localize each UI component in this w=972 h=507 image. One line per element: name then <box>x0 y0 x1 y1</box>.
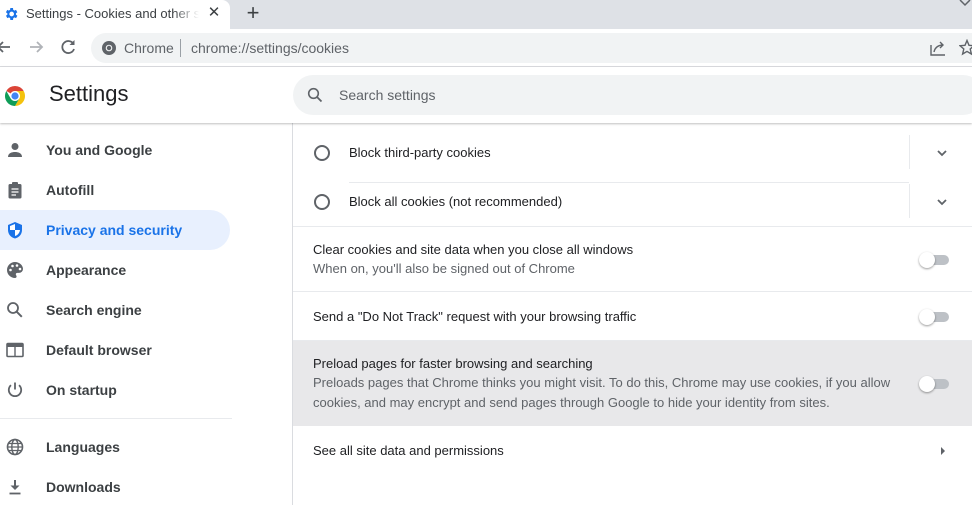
star-icon[interactable] <box>959 39 972 57</box>
chevron-down-icon[interactable] <box>935 195 949 209</box>
chevron-down-icon[interactable] <box>958 0 972 8</box>
page-title: Settings <box>49 81 129 106</box>
sidebar-item-you-and-google[interactable]: You and Google <box>0 130 230 170</box>
search-settings-input[interactable] <box>339 85 839 105</box>
toggle-row-preload-pages[interactable]: Preload pages for faster browsing and se… <box>293 340 972 426</box>
clipboard-icon <box>8 182 22 199</box>
search-settings-box[interactable] <box>293 75 972 115</box>
sidebar-item-languages[interactable]: Languages <box>0 427 230 467</box>
sidebar-item-label: Default browser <box>46 342 152 358</box>
plus-icon[interactable]: + <box>243 2 263 24</box>
search-icon <box>7 302 23 318</box>
chrome-logo-icon <box>5 86 25 106</box>
toggle-do-not-track[interactable] <box>919 309 951 325</box>
radio-block-third-party-cookies[interactable] <box>314 145 330 161</box>
power-icon <box>7 382 23 397</box>
sidebar-item-autofill[interactable]: Autofill <box>0 170 230 210</box>
reload-icon[interactable] <box>58 37 78 57</box>
sidebar-item-default-browser[interactable]: Default browser <box>0 330 230 370</box>
sidebar-item-appearance[interactable]: Appearance <box>0 250 230 290</box>
toggle-clear-cookies-on-exit[interactable] <box>919 252 951 268</box>
toggle-row-clear-on-exit[interactable]: Clear cookies and site data when you clo… <box>293 226 972 292</box>
sidebar-item-label: On startup <box>46 382 117 398</box>
chrome-icon <box>102 41 116 55</box>
sidebar-item-label: Search engine <box>46 302 142 318</box>
sidebar-item-label: Languages <box>46 439 120 455</box>
download-icon <box>9 480 21 495</box>
sidebar-item-label: You and Google <box>46 142 153 158</box>
sidebar-item-downloads[interactable]: Downloads <box>0 467 230 507</box>
radio-block-all-cookies[interactable] <box>314 194 330 210</box>
origin-label: Chrome <box>124 40 174 56</box>
toggle-row-do-not-track[interactable]: Send a "Do Not Track" request with your … <box>293 291 972 341</box>
tab-title: Settings - Cookies and other site data <box>26 6 199 21</box>
sidebar-item-label: Privacy and security <box>46 222 183 238</box>
tab-settings[interactable]: Settings - Cookies and other site data ✕ <box>0 0 230 29</box>
share-icon[interactable] <box>929 40 947 56</box>
tab-strip: Settings - Cookies and other site data ✕… <box>0 0 972 29</box>
sidebar-item-label: Autofill <box>46 182 95 198</box>
vertical-separator <box>909 184 910 218</box>
forward-arrow-icon[interactable] <box>26 37 46 57</box>
radio-row-block-third-party[interactable]: Block third-party cookies <box>293 128 972 183</box>
chevron-down-icon[interactable] <box>935 146 949 160</box>
sidebar-item-search-engine[interactable]: Search engine <box>0 290 230 330</box>
radio-label: Block third-party cookies <box>349 145 491 160</box>
sidebar-item-label: Downloads <box>46 479 121 495</box>
sidebar-item-privacy-and-security[interactable]: Privacy and security <box>0 210 230 250</box>
sidebar-item-on-startup[interactable]: On startup <box>0 370 230 410</box>
palette-icon <box>7 262 23 278</box>
toggle-preload-pages[interactable] <box>919 376 951 392</box>
radio-label: Block all cookies (not recommended) <box>349 194 563 209</box>
settings-header: Settings <box>0 67 972 123</box>
globe-icon <box>6 438 24 456</box>
settings-sidebar: You and Google Autofill Privacy and secu… <box>0 123 290 505</box>
sidebar-item-label: Appearance <box>46 262 127 278</box>
toggle-sublabel: When on, you'll also be signed out of Ch… <box>313 261 575 276</box>
toggle-label: Clear cookies and site data when you clo… <box>313 242 634 257</box>
sidebar-divider <box>0 418 232 419</box>
shield-icon <box>8 222 22 239</box>
person-icon <box>8 143 22 157</box>
search-icon <box>307 87 323 103</box>
toggle-label: Preload pages for faster browsing and se… <box>313 356 593 371</box>
vertical-separator <box>909 135 910 169</box>
browser-toolbar: Chrome chrome://settings/cookies <box>0 29 972 67</box>
omnibox-separator <box>180 39 181 57</box>
link-label: See all site data and permissions <box>313 443 504 458</box>
close-icon[interactable]: ✕ <box>206 5 222 21</box>
toggle-label: Send a "Do Not Track" request with your … <box>313 309 637 324</box>
toggle-sublabel: Preloads pages that Chrome thinks you mi… <box>313 375 891 410</box>
radio-row-block-all[interactable]: Block all cookies (not recommended) <box>293 178 972 226</box>
url-text[interactable]: chrome://settings/cookies <box>191 40 349 56</box>
back-arrow-icon[interactable] <box>0 37 14 57</box>
cookies-settings-card: Block third-party cookies Block all cook… <box>292 123 972 505</box>
browser-window-icon <box>6 342 24 358</box>
gear-icon <box>5 8 18 20</box>
arrow-right-icon <box>941 447 945 455</box>
link-row-site-data[interactable]: See all site data and permissions <box>293 426 972 474</box>
address-bar[interactable]: Chrome chrome://settings/cookies <box>91 33 972 63</box>
